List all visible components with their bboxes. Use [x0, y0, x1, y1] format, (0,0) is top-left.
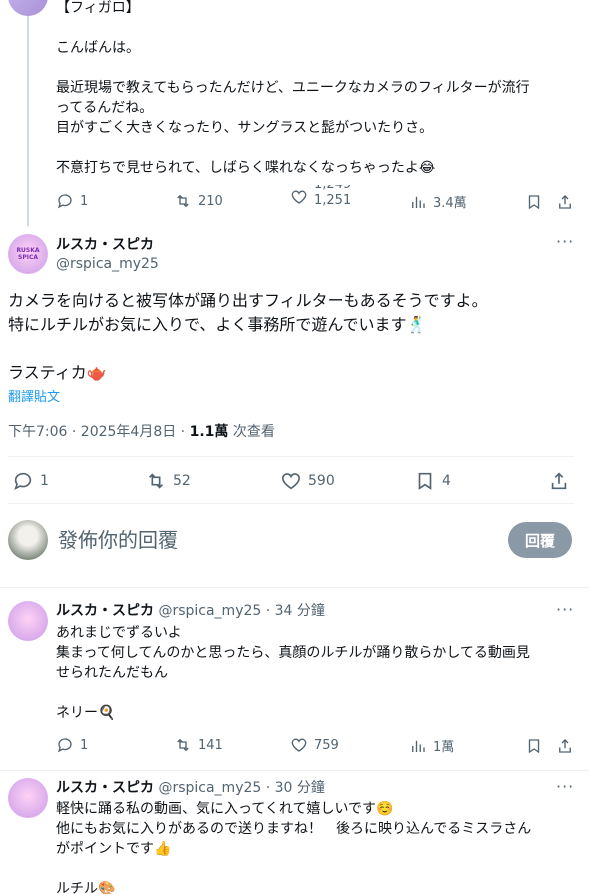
reply-action[interactable]: 1	[12, 470, 49, 492]
tweet-text-line: 目がすごく大きくなったり、サングラスと髭がついたりさ。	[56, 120, 434, 136]
timestamp-text[interactable]: 下午7:06 · 2025年4月8日 ·	[8, 424, 190, 440]
views-count: 1萬	[433, 740, 455, 755]
author-handle[interactable]: @rspica_my25	[56, 254, 159, 274]
views-action[interactable]: 3.4萬	[409, 192, 467, 211]
views-label: 次查看	[228, 424, 275, 440]
more-icon[interactable]: ···	[556, 232, 574, 251]
reply-action[interactable]: 1	[56, 192, 88, 210]
bookmark-action[interactable]: 4	[414, 470, 451, 492]
tweet-text-line: 他にもお気に入りがあるので送りますね！ 後ろに映り込んでるミスラさん	[56, 821, 532, 837]
reply-icon	[12, 470, 34, 492]
share-icon[interactable]	[556, 193, 574, 211]
tweet-text-line: 最近現場で教えてもらったんだけど、ユニークなカメラのフィルターが流行	[56, 80, 530, 96]
tweet-text-line: ルチル🎨	[56, 881, 116, 894]
thread-line	[27, 16, 29, 226]
tweet-text-line: せられたんだもん	[56, 665, 168, 681]
tweet-text-tag: 【フィガロ】	[56, 0, 140, 16]
retweet-action[interactable]: 141	[174, 736, 223, 754]
author-handle[interactable]: @rspica_my25	[158, 603, 261, 619]
tweet-text-line: ってるんだね。	[56, 100, 154, 116]
tweet-signature: ラスティカ🫖	[8, 363, 107, 382]
retweet-action[interactable]: 52	[145, 470, 191, 492]
author-name[interactable]: ルスカ・スピカ	[56, 780, 154, 796]
bookmark-count: 4	[442, 473, 451, 489]
tweet-timestamp: 下午7:06 · 2025年4月8日 · 1.1萬 次查看	[8, 421, 275, 441]
views-count: 3.4萬	[433, 196, 467, 211]
reply-action[interactable]: 1	[56, 736, 88, 754]
tweet-text-line: 軽快に踊る私の動画、気に入ってくれて嬉しいです☺️	[56, 801, 394, 817]
bookmark-icon[interactable]	[525, 193, 543, 211]
retweet-count: 141	[198, 737, 223, 753]
author-handle[interactable]: @rspica_my25	[158, 780, 261, 796]
tweet-text-line: ネリー🍳	[56, 705, 116, 721]
translate-link[interactable]: 翻譯貼文	[8, 386, 60, 405]
avatar[interactable]	[8, 601, 48, 641]
reply-icon	[56, 192, 74, 210]
views-number: 1.1萬	[189, 424, 229, 440]
reply-button[interactable]: 回覆	[508, 522, 572, 558]
avatar-logo-text: RUSKA SPICA	[16, 247, 40, 261]
like-action[interactable]: 590	[280, 470, 335, 492]
like-icon	[290, 188, 308, 206]
tweet-text-line: こんばんは。	[56, 40, 140, 56]
avatar[interactable]	[8, 778, 48, 818]
retweet-count: 52	[173, 473, 191, 489]
retweet-icon	[174, 192, 192, 210]
like-action[interactable]: 1,249 1,251	[290, 185, 351, 209]
more-icon[interactable]: ···	[556, 600, 574, 619]
like-count: 590	[308, 473, 335, 489]
more-icon[interactable]: ···	[556, 777, 574, 796]
like-count: 759	[314, 737, 339, 753]
author-name[interactable]: ルスカ・スピカ	[56, 603, 154, 619]
reply-header: ルスカ・スピカ @rspica_my25 · 30 分鐘	[56, 778, 325, 798]
views-action[interactable]: 1萬	[409, 736, 454, 755]
divider	[0, 587, 589, 588]
like-count: 1,251	[314, 193, 352, 208]
retweet-icon	[145, 470, 167, 492]
reply-header: ルスカ・スピカ @rspica_my25 · 34 分鐘	[56, 601, 325, 621]
tweet-text-line: がポイントです👍	[56, 841, 172, 857]
like-count-previous: 1,249	[314, 185, 351, 193]
tweet-text: 特にルチルがお気に入りで、よく事務所で遊んでいます🕺	[8, 315, 427, 334]
views-icon	[409, 737, 427, 755]
retweet-icon	[174, 736, 192, 754]
reply-input[interactable]: 發佈你的回覆	[58, 526, 178, 554]
divider	[8, 456, 574, 457]
user-avatar[interactable]	[8, 520, 48, 560]
reply-count: 1	[80, 737, 89, 753]
divider	[8, 503, 574, 504]
reply-time[interactable]: · 30 分鐘	[261, 780, 325, 796]
reply-icon	[56, 736, 74, 754]
bookmark-icon	[414, 470, 436, 492]
reply-time[interactable]: · 34 分鐘	[261, 603, 325, 619]
tweet-text-line: 集まって何してんのかと思ったら、真顔のルチルが踊り散らかしてる動画見	[56, 645, 530, 661]
share-icon[interactable]	[548, 470, 570, 492]
like-icon	[280, 470, 302, 492]
bookmark-icon[interactable]	[525, 737, 543, 755]
retweet-action[interactable]: 210	[174, 192, 223, 210]
like-icon	[290, 736, 308, 754]
avatar[interactable]	[8, 0, 48, 16]
share-icon[interactable]	[556, 737, 574, 755]
author-name[interactable]: ルスカ・スピカ	[56, 234, 154, 254]
divider	[0, 770, 589, 771]
tweet-text-line: あれまじでずるいよ	[56, 625, 182, 641]
like-action[interactable]: 759	[290, 736, 339, 754]
tweet-text-line: 不意打ちで見せられて、しばらく喋れなくなっちゃったよ😂	[56, 160, 436, 176]
views-icon	[409, 193, 427, 211]
avatar[interactable]: RUSKA SPICA	[8, 234, 48, 274]
reply-count: 1	[80, 193, 89, 209]
reply-count: 1	[40, 473, 49, 489]
tweet-text: カメラを向けると被写体が踊り出すフィルターもあるそうですよ。	[8, 291, 488, 310]
retweet-count: 210	[198, 193, 223, 209]
